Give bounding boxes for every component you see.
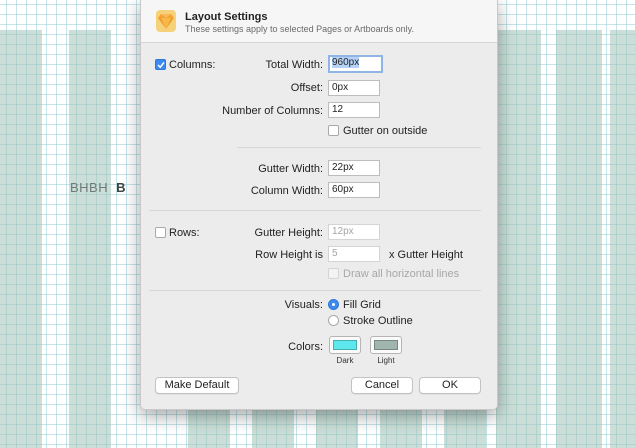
draw-horizontal-lines-label: Draw all horizontal lines <box>343 268 460 280</box>
light-color-label: Light <box>377 356 395 365</box>
artboard-text-light: BHBH <box>70 180 109 195</box>
grid-column <box>252 409 294 448</box>
column-width-label: Column Width: <box>250 185 323 197</box>
grid-column <box>188 409 230 448</box>
stroke-outline-label: Stroke Outline <box>343 315 413 327</box>
checkmark-icon <box>157 62 165 69</box>
dialog-title: Layout Settings <box>185 11 268 23</box>
total-width-input[interactable]: 960px <box>328 55 383 73</box>
gutter-width-label: Gutter Width: <box>258 163 323 175</box>
gutter-outside-label: Gutter on outside <box>343 125 428 137</box>
row-height-suffix: x Gutter Height <box>389 249 463 261</box>
offset-input[interactable]: 0px <box>328 80 380 96</box>
fill-grid-radio[interactable] <box>328 299 339 310</box>
draw-horizontal-lines-checkbox[interactable] <box>328 268 339 279</box>
gutter-height-input[interactable]: 12px <box>328 224 380 240</box>
dark-color-fill <box>333 340 357 350</box>
light-color-fill <box>374 340 398 350</box>
grid-column <box>316 409 358 448</box>
dialog-header: Layout Settings These settings apply to … <box>141 0 497 43</box>
row-height-input[interactable]: 5 <box>328 246 380 262</box>
dark-color-swatch[interactable] <box>329 336 361 354</box>
fill-grid-label: Fill Grid <box>343 299 381 311</box>
dialog-subtitle: These settings apply to selected Pages o… <box>185 24 414 34</box>
artboard-text-bold: B <box>116 180 127 195</box>
grid-column <box>444 409 486 448</box>
grid-column <box>610 30 635 448</box>
offset-label: Offset: <box>290 82 323 94</box>
columns-checkbox[interactable] <box>155 59 166 70</box>
gutter-height-label: Gutter Height: <box>254 227 323 239</box>
separator <box>149 210 481 211</box>
grid-column <box>69 30 111 448</box>
grid-column <box>380 409 422 448</box>
row-height-label: Row Height is <box>255 249 323 261</box>
dark-color-label: Dark <box>336 356 354 365</box>
cancel-button[interactable]: Cancel <box>351 377 413 394</box>
columns-checkbox-label: Columns: <box>169 59 216 71</box>
make-default-button[interactable]: Make Default <box>155 377 239 394</box>
gutter-width-input[interactable]: 22px <box>328 160 380 176</box>
sketch-diamond-icon <box>156 10 176 32</box>
light-color-swatch[interactable] <box>370 336 402 354</box>
layout-settings-dialog: Layout Settings These settings apply to … <box>140 0 498 410</box>
ok-button[interactable]: OK <box>419 377 481 394</box>
grid-column <box>0 30 42 448</box>
separator <box>149 290 481 291</box>
column-width-input[interactable]: 60px <box>328 182 380 198</box>
separator <box>237 147 481 148</box>
rows-checkbox-label: Rows: <box>169 227 200 239</box>
rows-checkbox[interactable] <box>155 227 166 238</box>
colors-label: Colors: <box>288 341 323 353</box>
number-of-columns-label: Number of Columns: <box>222 105 323 117</box>
total-width-label: Total Width: <box>265 59 323 71</box>
grid-column <box>556 30 602 448</box>
visuals-label: Visuals: <box>284 299 323 311</box>
gutter-outside-checkbox[interactable] <box>328 125 339 136</box>
artboard-text-layer[interactable]: BHBH B <box>70 180 126 195</box>
number-of-columns-input[interactable]: 12 <box>328 102 380 118</box>
total-width-value: 960px <box>332 57 360 68</box>
stroke-outline-radio[interactable] <box>328 315 339 326</box>
grid-column <box>496 30 541 448</box>
